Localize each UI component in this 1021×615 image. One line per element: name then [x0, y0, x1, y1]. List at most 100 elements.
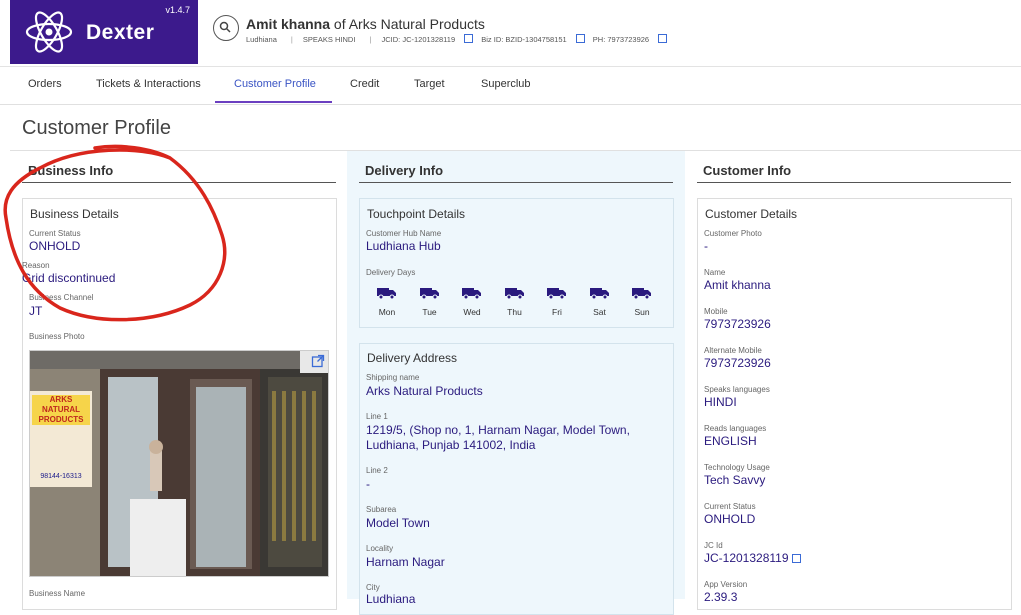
field-label: Speaks languages — [704, 385, 770, 394]
customer-info-heading: Customer Info — [703, 163, 792, 178]
field-label: Current Status — [29, 229, 81, 238]
app-logo[interactable]: Dexter v1.4.7 — [10, 0, 198, 64]
field-label: App Version — [704, 580, 748, 589]
line1-value: 1219/5, (Shop no, 1, Harnam Nagar, Model… — [366, 423, 630, 437]
speaks-value: HINDI — [704, 395, 737, 409]
customer-name: Amit khanna — [246, 16, 331, 32]
tab-tickets[interactable]: Tickets & Interactions — [96, 78, 201, 90]
shop-sign-phone: 98144-16313 — [40, 473, 82, 480]
page-title: Customer Profile — [22, 117, 171, 139]
status-value: ONHOLD — [704, 512, 756, 526]
truck-icon — [462, 288, 481, 300]
delivery-day-label: Fri — [552, 307, 562, 317]
atom-icon — [25, 11, 73, 53]
field-label: Business Channel — [29, 293, 94, 302]
search-icon — [219, 21, 231, 33]
line2-value: - — [366, 477, 370, 491]
customer-speaks: SPEAKS HINDI — [302, 35, 356, 44]
customer-title: Amit khanna of Arks Natural Products — [246, 16, 485, 32]
customer-jcid: JCID: JC-1201328119 — [381, 35, 456, 44]
reads-value: ENGLISH — [704, 434, 757, 448]
field-label: Alternate Mobile — [704, 346, 762, 355]
top-bar: Dexter v1.4.7 Amit khanna of Arks Natura… — [0, 0, 1021, 67]
field-label: Customer Photo — [704, 229, 762, 238]
tab-target[interactable]: Target — [414, 78, 445, 90]
customer-phone: PH: 7973723926 — [592, 35, 650, 44]
tab-superclub[interactable]: Superclub — [481, 78, 531, 90]
delivery-day-label: Sat — [593, 307, 606, 317]
business-name: Arks Natural Products — [348, 16, 485, 32]
tech-value: Tech Savvy — [704, 473, 766, 487]
tab-bar: Orders Tickets & Interactions Customer P… — [0, 66, 1021, 105]
tab-orders[interactable]: Orders — [28, 78, 62, 90]
name-value: Amit khanna — [704, 278, 771, 292]
locality-value: Harnam Nagar — [366, 555, 445, 569]
truck-icon — [547, 288, 566, 300]
field-label: Reads languages — [704, 424, 767, 433]
field-label: Business Photo — [29, 332, 85, 341]
current-status-value: ONHOLD — [29, 239, 81, 253]
hub-value: Ludhiana Hub — [366, 239, 441, 253]
customer-city: Ludhiana — [246, 35, 277, 44]
divider — [22, 182, 336, 183]
truck-icon — [589, 288, 609, 300]
city-value: Ludhiana — [366, 592, 416, 606]
card-title: Business Details — [30, 207, 119, 221]
truck-icon — [504, 288, 524, 300]
of-label: of — [333, 16, 346, 32]
card-title: Touchpoint Details — [367, 207, 466, 221]
field-label: Delivery Days — [366, 268, 416, 277]
customer-meta: Ludhiana | SPEAKS HINDI | JCID: JC-1201328… — [246, 33, 668, 44]
field-label: Reason — [22, 261, 50, 270]
field-label: JC Id — [704, 541, 723, 550]
business-photo[interactable]: ARKS NATURAL PRODUCTS 98144-16313 — [29, 350, 329, 577]
copy-icon[interactable] — [464, 34, 474, 43]
business-info-heading: Business Info — [28, 163, 114, 178]
customer-photo-value: - — [704, 239, 708, 253]
copy-icon[interactable] — [791, 554, 801, 563]
field-label: Line 1 — [366, 412, 388, 421]
truck-icon — [377, 288, 396, 300]
alt-mobile-value: 7973723926 — [704, 356, 771, 370]
search-button[interactable] — [213, 15, 239, 41]
delivery-day-label: Wed — [463, 307, 481, 317]
divider — [697, 182, 1011, 183]
shipping-value: Arks Natural Products — [366, 384, 483, 398]
divider — [359, 182, 673, 183]
app-name: Dexter — [86, 21, 155, 44]
tab-credit[interactable]: Credit — [350, 78, 379, 90]
copy-icon[interactable] — [658, 34, 668, 43]
jcid-value: JC-1201328119 — [704, 551, 801, 565]
truck-icon — [632, 288, 651, 300]
delivery-info-heading: Delivery Info — [365, 163, 444, 178]
delivery-day-label: Sun — [634, 307, 650, 317]
channel-value: JT — [29, 304, 43, 318]
field-label: Line 2 — [366, 466, 388, 475]
field-label: Name — [704, 268, 726, 277]
shop-sign-text: ARKS NATURAL PRODUCTS — [32, 395, 90, 425]
truck-icon — [419, 288, 439, 300]
app-version: v1.4.7 — [165, 5, 190, 15]
field-label: Locality — [366, 544, 394, 553]
open-external-icon[interactable] — [311, 354, 325, 368]
delivery-day-label: Thu — [507, 307, 522, 317]
customer-details-card — [697, 198, 1012, 610]
active-tab-indicator — [215, 101, 332, 103]
delivery-day-label: Mon — [378, 307, 396, 317]
card-title: Delivery Address — [367, 351, 458, 365]
copy-icon[interactable] — [575, 34, 585, 43]
customer-bizid: Biz ID: BZID-1304758151 — [481, 35, 567, 44]
mobile-value: 7973723926 — [704, 317, 771, 331]
field-label: Customer Hub Name — [366, 229, 442, 238]
reason-value: Grid discontinued — [22, 271, 116, 285]
field-label: Mobile — [704, 307, 728, 316]
delivery-day-label: Tue — [422, 307, 437, 317]
app-version-value: 2.39.3 — [704, 590, 738, 604]
subarea-value: Model Town — [366, 516, 430, 530]
field-label: Shipping name — [366, 373, 420, 382]
tab-customer-profile[interactable]: Customer Profile — [234, 78, 316, 90]
line1-value-cont: Ludhiana, Punjab 141002, India — [366, 438, 536, 452]
jcid-text: JC-1201328119 — [704, 551, 789, 565]
field-label: Business Name — [29, 589, 86, 598]
field-label: Technology Usage — [704, 463, 770, 472]
